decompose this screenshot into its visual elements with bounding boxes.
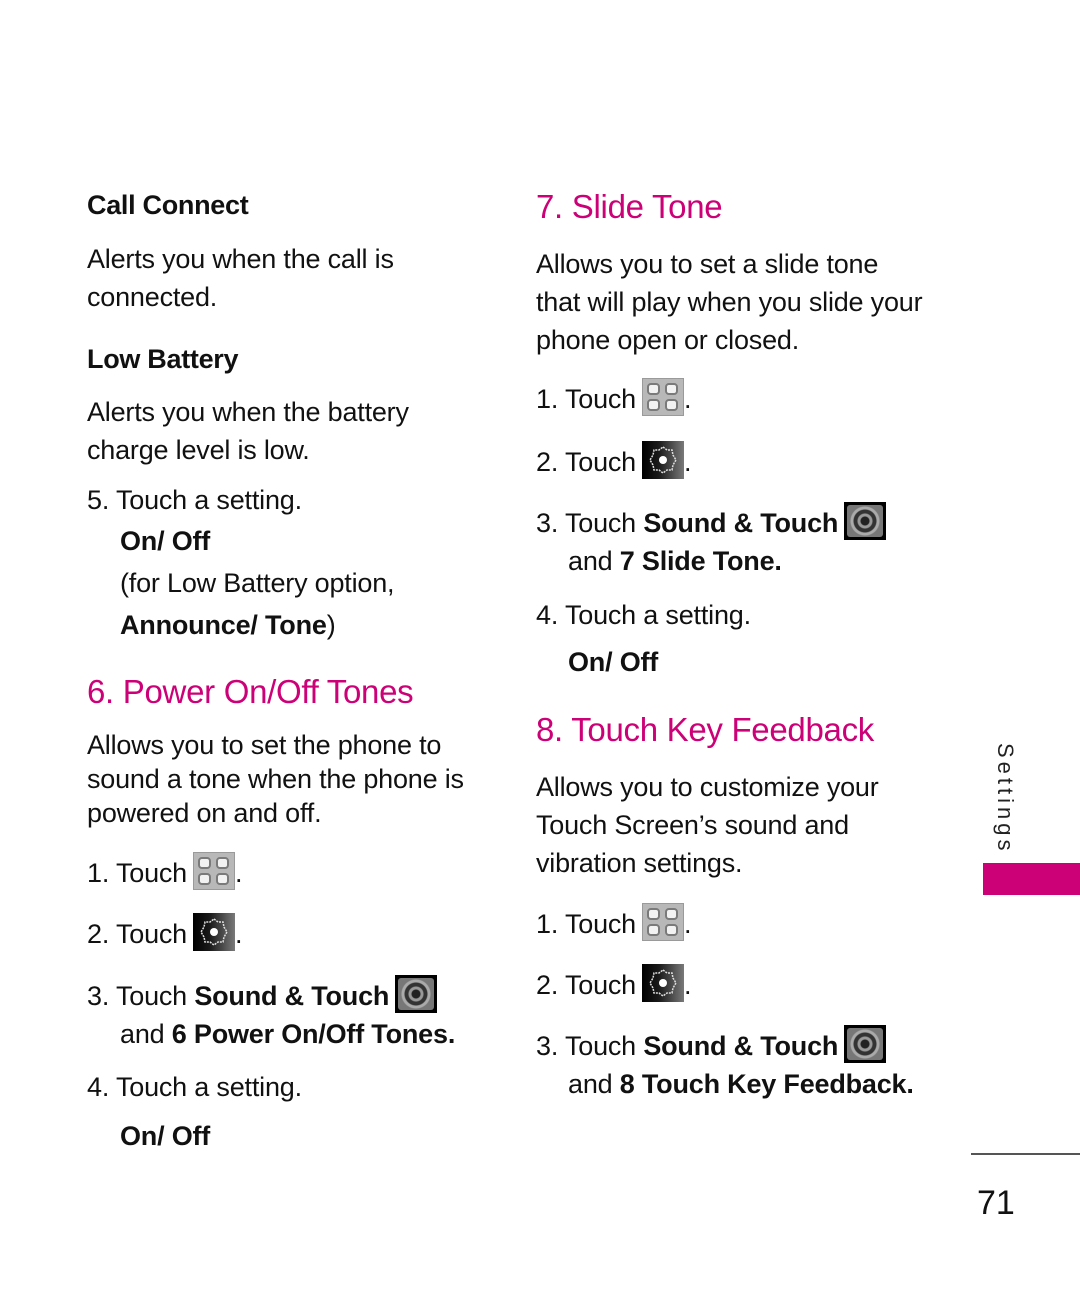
page-number: 71 [977,1184,1015,1222]
step-text: Touch [564,970,637,1000]
section6-option: On/ Off [120,1121,211,1151]
step-text: Touch a setting. [115,1072,302,1102]
menu-grid-icon[interactable] [193,852,236,890]
sound-touch-label: Sound & Touch [643,508,839,538]
section7-desc-1: Allows you to set a slide tone [536,249,879,279]
section7-step2: 2. Touch. [536,441,692,481]
section7-step3: 3. Touch Sound & Touch [536,502,887,542]
step-period: . [235,858,243,888]
note-close: ) [326,610,336,640]
speaker-icon[interactable] [844,1025,887,1063]
section6-step1: 1. Touch. [87,852,243,892]
section8-step2: 2. Touch. [536,964,692,1004]
speaker-icon[interactable] [844,502,887,540]
step-text: Touch [564,447,637,477]
section6-step4: 4. Touch a setting. [87,1068,302,1106]
section7-desc-2: that will play when you slide your [536,287,923,317]
section8-step3: 3. Touch Sound & Touch [536,1025,887,1065]
sound-touch-label: Sound & Touch [643,1031,839,1061]
and-text: and [120,1019,165,1049]
section6-desc-1: Allows you to set the phone to [87,730,442,760]
section8-step3-line2: and 8 Touch Key Feedback. [568,1065,914,1103]
step-text: Touch [564,909,637,939]
step-number: 3. [87,981,110,1011]
menu-item-label: 8 Touch Key Feedback [619,1069,907,1099]
step-number: 2. [536,447,559,477]
settings-gear-icon[interactable] [642,441,685,479]
step-text: Touch [115,858,188,888]
menu-grid-icon[interactable] [642,378,685,416]
step-text: Touch [115,919,188,949]
call-connect-desc-2: connected. [87,282,218,312]
step-number: 3. [536,508,559,538]
sound-touch-label: Sound & Touch [194,981,390,1011]
step-period: . [235,919,243,949]
section6-desc-3: powered on and off. [87,798,322,828]
and-text: and [568,1069,613,1099]
step-number: 2. [536,970,559,1000]
step-period: . [447,1019,456,1049]
section6-desc-2: sound a tone when the phone is [87,764,464,794]
section7-option: On/ Off [568,647,659,677]
section8-desc-2: Touch Screen’s sound and [536,810,849,840]
step-number: 1. [536,384,559,414]
speaker-icon[interactable] [395,975,438,1013]
step-text: Touch [115,981,188,1011]
step-number: 2. [87,919,110,949]
section7-desc-3: phone open or closed. [536,325,800,355]
step5: 5. Touch a setting. [87,481,302,519]
settings-gear-icon[interactable] [642,964,685,1002]
step-period: . [684,909,692,939]
step5-note: (for Low Battery option, [120,568,395,598]
step-text: Touch [564,508,637,538]
section6-heading: 6. Power On/Off Tones [87,673,414,710]
step-text: Touch [564,1031,637,1061]
step-period: . [906,1069,914,1099]
call-connect-desc-1: Alerts you when the call is [87,244,394,274]
section8-heading: 8. Touch Key Feedback [536,711,874,748]
and-text: and [568,546,613,576]
call-connect-title: Call Connect [87,190,249,220]
step-period: . [684,384,692,414]
side-tab-label: Settings [993,743,1018,855]
section7-step3-line2: and 7 Slide Tone. [568,542,782,580]
step-number: 1. [536,909,559,939]
section6-step2: 2. Touch. [87,913,243,953]
side-tab-marker [983,863,1080,895]
section6-step3: 3. Touch Sound & Touch [87,975,438,1015]
step-period: . [684,970,692,1000]
section7-step1: 1. Touch. [536,378,692,418]
step-number: 1. [87,858,110,888]
step-text: Touch a setting. [564,600,751,630]
low-battery-desc-1: Alerts you when the battery [87,397,409,427]
step-period: . [684,447,692,477]
step-text: Touch [564,384,637,414]
section7-step4: 4. Touch a setting. [536,596,751,634]
note-bold: Announce/ Tone [120,610,327,640]
step5-option: On/ Off [120,526,211,556]
section7-heading: 7. Slide Tone [536,188,723,225]
menu-item-label: 6 Power On/Off Tones [171,1019,448,1049]
footer-rule [971,1153,1080,1155]
section8-desc-1: Allows you to customize your [536,772,879,802]
menu-item-label: 7 Slide Tone [619,546,775,576]
step5-note-2: Announce/ Tone) [120,606,336,644]
menu-grid-icon[interactable] [642,903,685,941]
step-text: Touch a setting. [115,485,302,515]
section8-step1: 1. Touch. [536,903,692,943]
step-number: 4. [87,1072,110,1102]
section8-desc-3: vibration settings. [536,848,743,878]
step-period: . [774,546,782,576]
low-battery-title: Low Battery [87,344,239,374]
step-number: 3. [536,1031,559,1061]
step-number: 4. [536,600,559,630]
low-battery-desc-2: charge level is low. [87,435,310,465]
settings-gear-icon[interactable] [193,913,236,951]
section6-step3-line2: and 6 Power On/Off Tones. [120,1015,455,1053]
step-number: 5. [87,485,110,515]
